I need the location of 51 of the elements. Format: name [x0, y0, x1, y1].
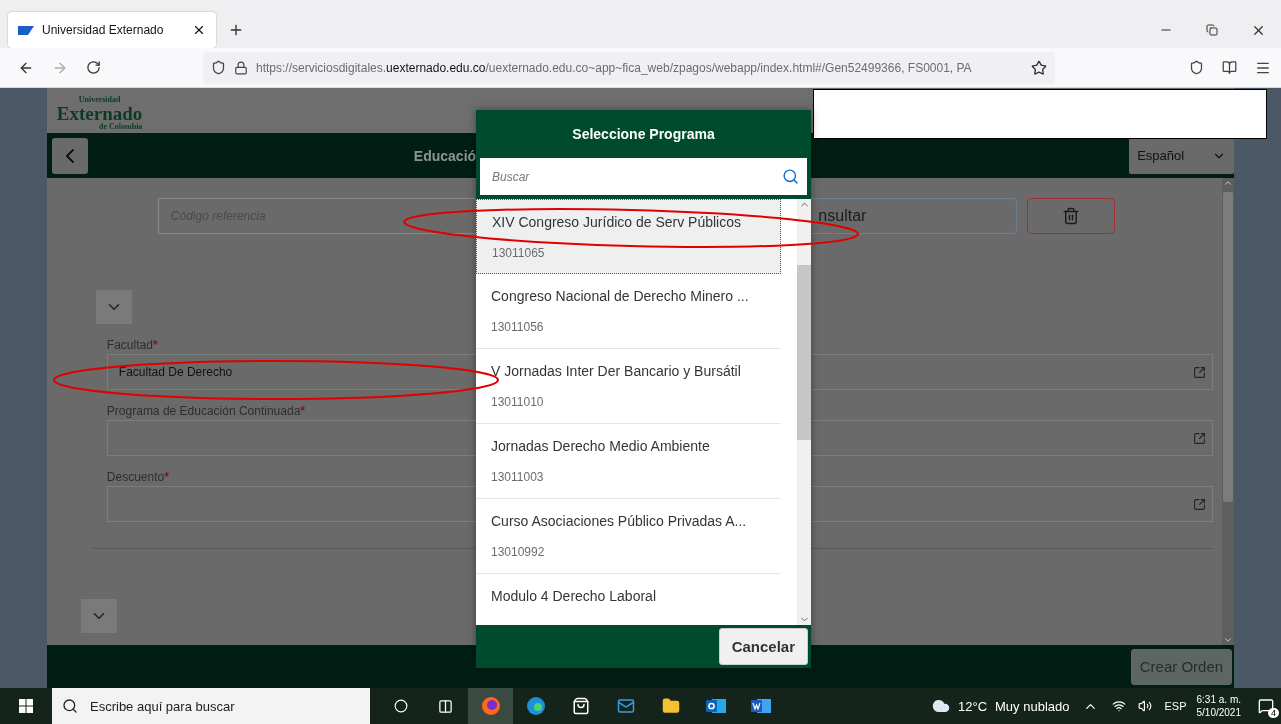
- search-placeholder: Escribe aquí para buscar: [90, 698, 235, 714]
- value-help-icon[interactable]: [1192, 497, 1206, 511]
- value-help-icon[interactable]: [1192, 365, 1206, 379]
- logo-top-text: Universidad: [78, 96, 121, 104]
- field-label: Facultad*: [106, 338, 158, 352]
- restore-icon[interactable]: [1206, 24, 1218, 36]
- scroll-down-icon[interactable]: [1223, 635, 1234, 645]
- scroll-up-icon[interactable]: [1223, 178, 1234, 188]
- lock-icon: [234, 60, 248, 75]
- trash-icon[interactable]: [1061, 207, 1080, 225]
- address-bar[interactable]: https://serviciosdigitales.uexternado.edu.co/uexternado.edu.co~app~fica_web/zpagos/webapp/index.html#/Gen52499366, FS0001, PA: [203, 51, 1055, 84]
- volume-icon[interactable]: [1138, 699, 1153, 713]
- site-favicon-icon: [18, 25, 34, 35]
- logo-main-text: Externado: [56, 104, 143, 123]
- weather-temperature: 12°C: [958, 698, 988, 714]
- browser-tab[interactable]: Universidad Externado: [8, 12, 216, 48]
- back-button[interactable]: [51, 137, 88, 174]
- windows-logo-icon[interactable]: [19, 699, 33, 713]
- logo-bottom-text: de Colombia: [99, 123, 143, 131]
- reload-icon[interactable]: [86, 60, 101, 75]
- scrollbar-thumb[interactable]: [1223, 192, 1234, 502]
- dialog-title: Seleccione Programa: [571, 125, 716, 144]
- scrollbar-thumb[interactable]: [797, 264, 811, 440]
- field-label: Descuento*: [106, 470, 169, 484]
- page-title: Educació: [413, 147, 477, 164]
- notifications-button[interactable]: 4: [1251, 688, 1281, 724]
- language-select[interactable]: Español: [1129, 137, 1235, 174]
- wifi-icon[interactable]: [1112, 699, 1127, 713]
- close-tab-icon[interactable]: [192, 23, 206, 37]
- field-label: Programa de Educación Continuada*: [106, 404, 305, 418]
- library-icon[interactable]: [1222, 60, 1237, 75]
- weather-cloud-icon[interactable]: [932, 697, 950, 715]
- delete-button[interactable]: [1026, 198, 1115, 234]
- bookmark-star-icon[interactable]: [1031, 59, 1047, 76]
- input-language[interactable]: ESP: [1164, 700, 1187, 712]
- taskbar-search-field[interactable]: Escribe aquí para buscar: [52, 688, 370, 724]
- taskbar-clock[interactable]: 6:31 a. m. 5/10/2021: [1196, 693, 1241, 719]
- tab-title: Universidad Externado: [42, 23, 165, 37]
- url-text: https://serviciosdigitales.uexternado.edu.co/uexternado.edu.co~app~fica_web/zpagos/webapp/index.html#/Gen52499366, FS0001, PA: [256, 60, 973, 75]
- notification-count: 4: [1268, 708, 1279, 718]
- weather-description: Muy nublado: [995, 698, 1070, 714]
- search-icon: [62, 698, 78, 714]
- plus-icon[interactable]: [228, 22, 244, 38]
- search-icon[interactable]: [781, 168, 799, 185]
- program-list-item[interactable]: XIV Congreso Jurídico de Serv Públicos 13011065: [476, 199, 781, 274]
- search-field[interactable]: Buscar: [480, 158, 773, 195]
- cancel-button[interactable]: Cancelar: [718, 628, 808, 665]
- notification-icon[interactable]: [1258, 698, 1274, 714]
- shield-icon: [211, 60, 226, 75]
- search-button[interactable]: [773, 158, 807, 195]
- value-help-icon[interactable]: [1192, 431, 1206, 445]
